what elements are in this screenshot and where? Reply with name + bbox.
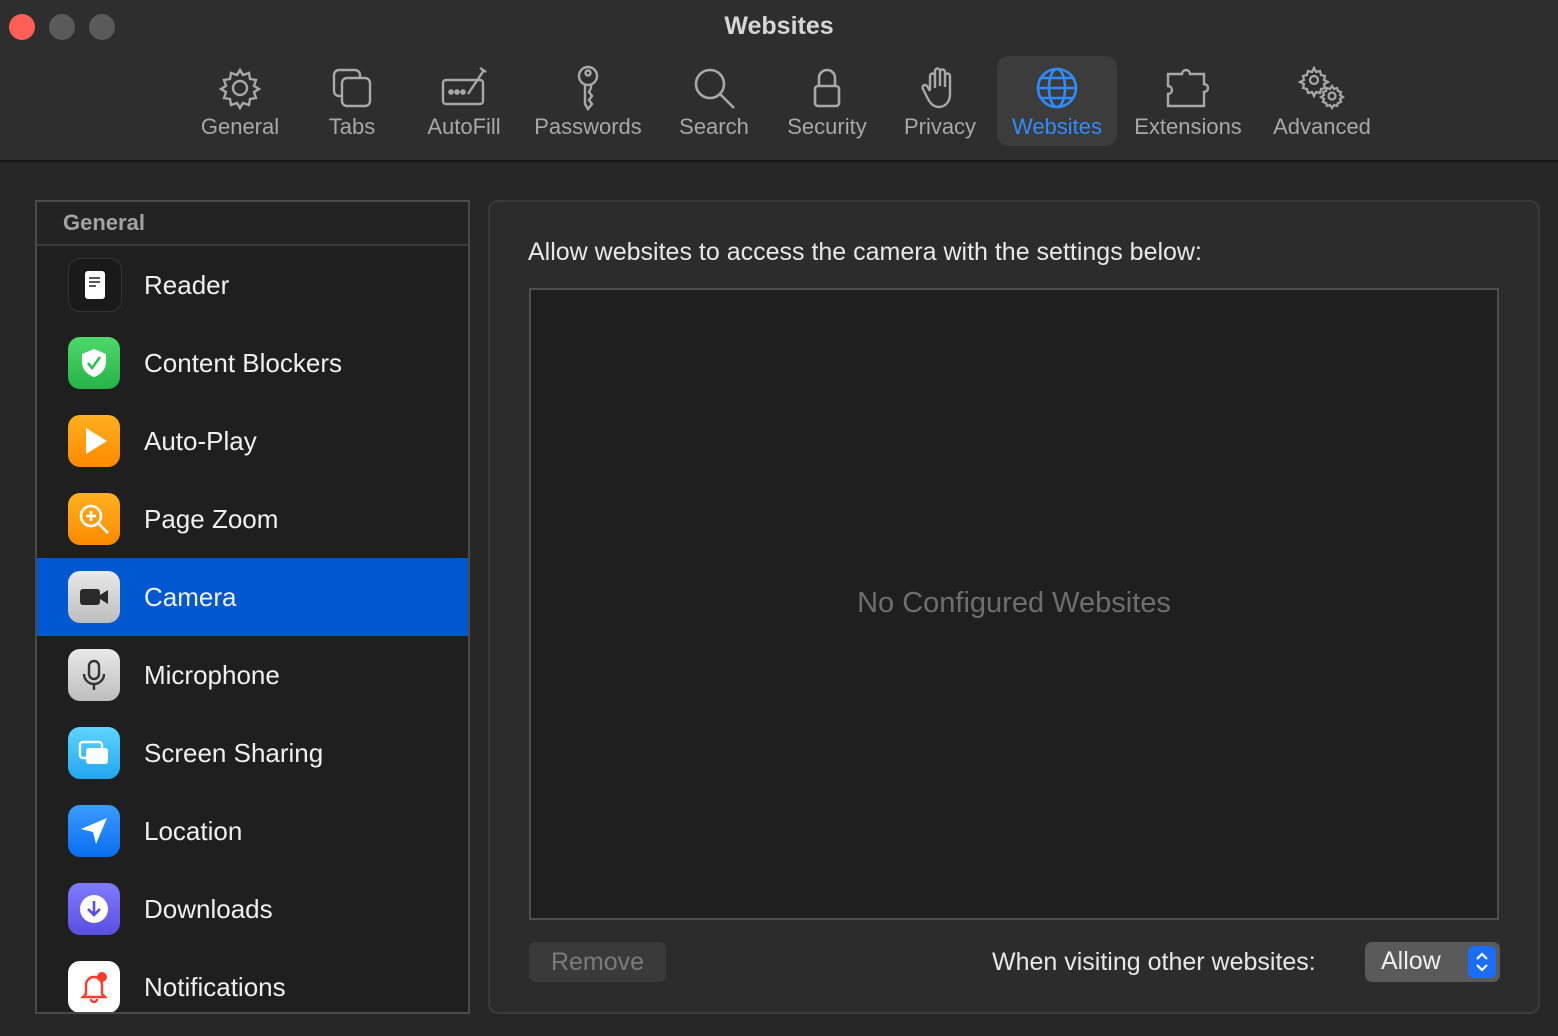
sidebar-item-notifications[interactable]: Notifications	[37, 948, 468, 1012]
tab-label: Security	[787, 114, 867, 139]
tab-label: Privacy	[903, 114, 977, 139]
sidebar-item-label: Reader	[144, 269, 230, 300]
sidebar-item-label: Page Zoom	[144, 503, 279, 534]
microphone-icon	[68, 649, 120, 701]
screen-sharing-icon	[68, 727, 120, 779]
tab-label: Extensions	[1134, 114, 1242, 139]
tab-label: Tabs	[328, 114, 376, 139]
sidebar-item-label: Notifications	[144, 971, 286, 1002]
remove-button[interactable]: Remove	[529, 942, 666, 982]
tab-label: Websites	[1011, 114, 1103, 139]
sidebar-item-label: Downloads	[144, 893, 273, 924]
tab-extensions[interactable]: Extensions	[1128, 56, 1248, 146]
key-icon	[577, 65, 599, 112]
download-icon	[68, 883, 120, 935]
gear-icon	[218, 67, 262, 111]
empty-list-message: No Configured Websites	[857, 587, 1171, 619]
lock-icon	[813, 68, 841, 108]
preferences-window: Websites General Tabs AutoFill Passwords…	[0, 0, 1558, 1036]
search-icon	[694, 68, 735, 109]
tab-label: Search	[679, 114, 749, 139]
sidebar-item-label: Screen Sharing	[144, 737, 324, 768]
sidebar-item-microphone[interactable]: Microphone	[37, 636, 468, 714]
tab-label: General	[200, 114, 280, 139]
globe-icon	[1036, 67, 1078, 109]
location-icon	[68, 805, 120, 857]
default-setting-value: Allow	[1381, 947, 1441, 975]
tab-label: Passwords	[534, 114, 642, 139]
tab-label: Advanced	[1273, 114, 1371, 139]
sidebar-item-label: Microphone	[144, 659, 280, 690]
sidebar: General Reader Content Blockers Auto-Pla…	[35, 200, 470, 1014]
tab-autofill[interactable]: AutoFill	[414, 56, 514, 146]
tab-security[interactable]: Security	[776, 56, 878, 146]
gears-icon	[1298, 65, 1345, 110]
tab-label: AutoFill	[427, 114, 501, 139]
play-icon	[68, 415, 120, 467]
sidebar-item-screen-sharing[interactable]: Screen Sharing	[37, 714, 468, 792]
autofill-icon	[441, 67, 487, 106]
bell-icon	[68, 961, 120, 1012]
panel-description: Allow websites to access the camera with…	[528, 238, 1202, 266]
sidebar-item-page-zoom[interactable]: Page Zoom	[37, 480, 468, 558]
tab-tabs[interactable]: Tabs	[302, 56, 402, 146]
configured-websites-list[interactable]: No Configured Websites	[529, 288, 1499, 920]
sidebar-item-label: Auto-Play	[144, 425, 257, 456]
shield-check-icon	[68, 337, 120, 389]
hand-icon	[921, 67, 952, 109]
tab-advanced[interactable]: Advanced	[1266, 56, 1378, 146]
settings-panel: Allow websites to access the camera with…	[488, 200, 1540, 1014]
sidebar-item-location[interactable]: Location	[37, 792, 468, 870]
sidebar-item-reader[interactable]: Reader	[37, 246, 468, 324]
default-setting-select[interactable]: Allow	[1365, 942, 1500, 982]
tab-search[interactable]: Search	[664, 56, 764, 146]
zoom-icon	[68, 493, 120, 545]
sidebar-item-label: Camera	[144, 581, 237, 612]
sidebar-item-content-blockers[interactable]: Content Blockers	[37, 324, 468, 402]
tab-passwords[interactable]: Passwords	[528, 56, 648, 146]
tab-websites[interactable]: Websites	[997, 56, 1117, 146]
reader-icon	[68, 258, 122, 312]
sidebar-item-auto-play[interactable]: Auto-Play	[37, 402, 468, 480]
puzzle-icon	[1166, 68, 1210, 108]
sidebar-section-header: General	[37, 202, 468, 246]
tabs-icon	[332, 68, 372, 108]
default-setting-label: When visiting other websites:	[992, 948, 1316, 976]
sidebar-item-camera[interactable]: Camera	[37, 558, 468, 636]
sidebar-item-label: Content Blockers	[144, 347, 342, 378]
tab-privacy[interactable]: Privacy	[890, 56, 990, 146]
sidebar-item-downloads[interactable]: Downloads	[37, 870, 468, 948]
window-title: Websites	[724, 12, 834, 40]
tab-general[interactable]: General	[190, 56, 290, 146]
chevron-up-down-icon	[1468, 946, 1496, 978]
camera-icon	[68, 571, 120, 623]
sidebar-item-label: Location	[144, 815, 243, 846]
toolbar: Websites General Tabs AutoFill Passwords…	[0, 0, 1558, 162]
